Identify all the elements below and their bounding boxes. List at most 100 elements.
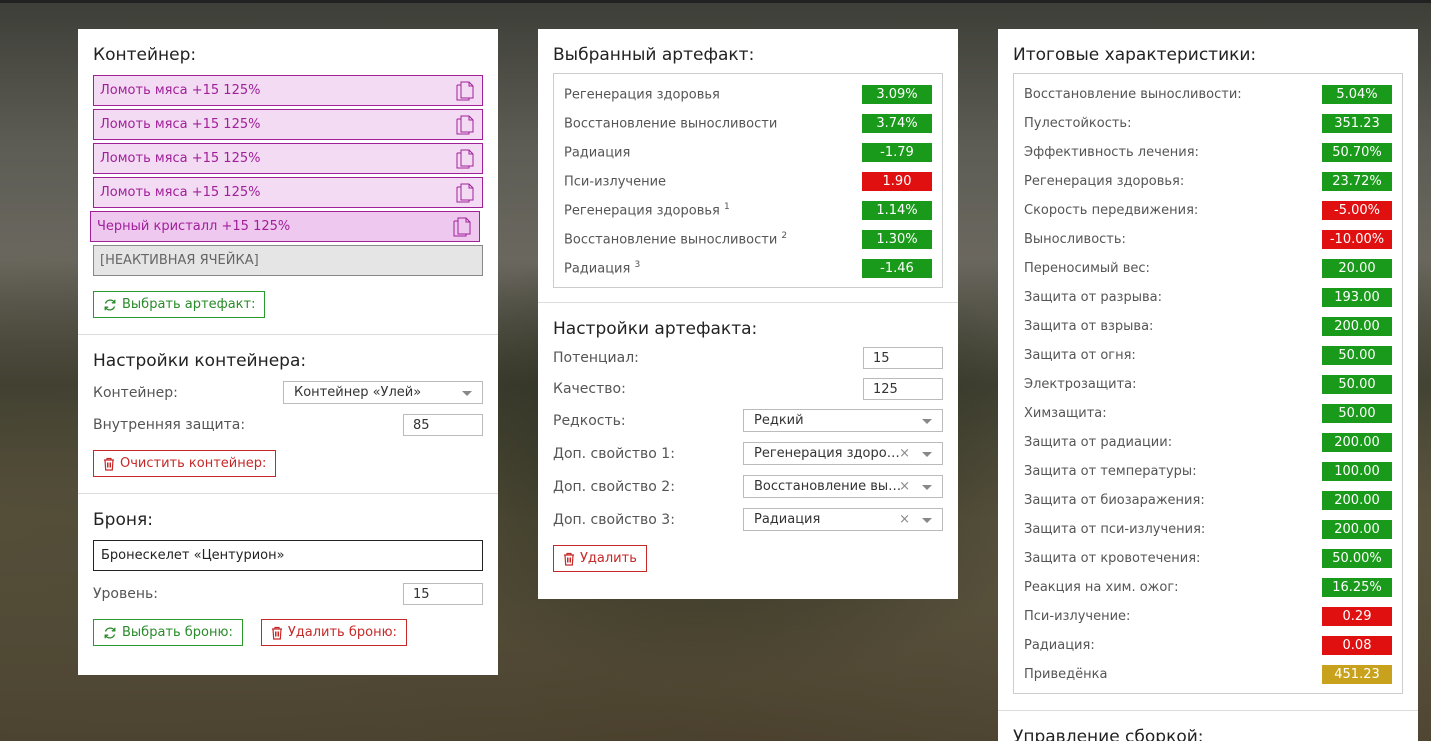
clear-icon[interactable]: × <box>899 479 910 494</box>
rarity-select[interactable]: Редкий <box>743 409 943 432</box>
stat-name: Пси-излучение: <box>1024 609 1131 624</box>
stat-value: -5.00% <box>1322 201 1392 220</box>
total-stat-row: Защита от радиации: 200.00 <box>1024 428 1392 457</box>
total-stat-row: Регенерация здоровья: 23.72% <box>1024 167 1392 196</box>
container-type-select[interactable]: Контейнер «Улей» <box>283 381 483 404</box>
select-armor-button[interactable]: Выбрать броню: <box>93 619 243 646</box>
internal-protection-value: 85 <box>413 417 430 433</box>
stat-name: Защита от разрыва: <box>1024 290 1162 305</box>
prop1-label: Доп. свойство 1: <box>553 445 675 462</box>
total-stat-row: Приведёнка 451.23 <box>1024 660 1392 689</box>
stat-name: Восстановление выносливости 2 <box>564 231 788 248</box>
delete-artifact-button[interactable]: Удалить <box>553 545 647 572</box>
armor-section: Броня: Бронескелет «Центурион» Уровень: … <box>78 493 498 646</box>
container-slot[interactable]: Ломоть мяса +15 125% <box>93 109 483 140</box>
chevron-down-icon <box>922 419 932 424</box>
container-slots: Ломоть мяса +15 125% Ломоть мяса +15 125%… <box>90 75 483 242</box>
stat-value: 16.25% <box>1322 578 1392 597</box>
prop1-select[interactable]: Регенерация здоровья × <box>743 442 943 465</box>
total-stat-row: Реакция на хим. ожог: 16.25% <box>1024 573 1392 602</box>
delete-artifact-label: Удалить <box>580 551 637 566</box>
totals-title: Итоговые характеристики: <box>1013 45 1257 65</box>
artifact-stat-row: Восстановление выносливости 3.74% <box>564 109 932 138</box>
container-slot[interactable]: Ломоть мяса +15 125% <box>93 75 483 106</box>
container-type-value: Контейнер «Улей» <box>294 385 422 400</box>
container-slot[interactable]: Ломоть мяса +15 125% <box>93 177 483 208</box>
stat-footnote: 1 <box>723 202 730 213</box>
stat-name: Скорость передвижения: <box>1024 203 1199 218</box>
prop3-select[interactable]: Радиация × <box>743 508 943 531</box>
stat-name: Защита от радиации: <box>1024 435 1173 450</box>
container-panel: Контейнер: Ломоть мяса +15 125% Ломоть мя… <box>78 29 498 675</box>
prop3-label: Доп. свойство 3: <box>553 511 675 528</box>
total-stat-row: Пулестойкость: 351.23 <box>1024 109 1392 138</box>
document-icon[interactable] <box>456 115 474 135</box>
quality-input[interactable]: 125 <box>863 378 943 400</box>
chevron-down-icon <box>462 391 472 396</box>
potential-value: 15 <box>873 350 890 366</box>
document-icon[interactable] <box>456 183 474 203</box>
rarity-label: Редкость: <box>553 412 626 429</box>
potential-label: Потенциал: <box>553 350 639 366</box>
build-management-title: Управление сборкой: <box>1013 727 1204 741</box>
artifact-stat-row: Радиация -1.79 <box>564 138 932 167</box>
clear-icon[interactable]: × <box>899 446 910 461</box>
stat-name: Электрозащита: <box>1024 377 1137 392</box>
armor-level-label: Уровень: <box>93 586 158 602</box>
stat-name: Восстановление выносливости <box>564 116 778 132</box>
clear-container-button[interactable]: Очистить контейнер: <box>93 450 277 477</box>
container-slot[interactable]: Черный кристалл +15 125% <box>90 211 480 242</box>
inactive-slot-label: [НЕАКТИВНАЯ ЯЧЕЙКА] <box>100 253 259 268</box>
refresh-icon <box>104 626 116 639</box>
document-icon[interactable] <box>453 217 471 237</box>
stat-value: 50.00 <box>1322 404 1392 423</box>
top-bar <box>0 0 1431 3</box>
potential-input[interactable]: 15 <box>863 347 943 369</box>
stat-name: Радиация: <box>1024 638 1095 653</box>
stat-name: Химзащита: <box>1024 406 1107 421</box>
stat-name: Защита от пси-излучения: <box>1024 522 1206 537</box>
total-stat-row: Эффективность лечения: 50.70% <box>1024 138 1392 167</box>
stat-value: 200.00 <box>1322 433 1392 452</box>
armor-title: Броня: <box>93 510 153 530</box>
document-icon[interactable] <box>456 149 474 169</box>
slot-label: Ломоть мяса +15 125% <box>100 117 261 132</box>
container-settings-section: Настройки контейнера: Контейнер: Контейн… <box>78 334 498 493</box>
stat-name: Защита от биозаражения: <box>1024 493 1205 508</box>
stat-value: 0.29 <box>1322 607 1392 626</box>
select-artifact-button[interactable]: Выбрать артефакт: <box>93 291 266 318</box>
stat-name: Пулестойкость: <box>1024 116 1132 131</box>
trash-icon <box>564 552 574 566</box>
clear-icon[interactable]: × <box>899 512 910 527</box>
armor-name-field[interactable]: Бронескелет «Центурион» <box>93 540 483 571</box>
totals-section: Итоговые характеристики: Восстановление … <box>998 29 1418 710</box>
stat-name: Регенерация здоровья <box>564 87 720 103</box>
total-stat-row: Защита от огня: 50.00 <box>1024 341 1392 370</box>
container-slot[interactable]: Ломоть мяса +15 125% <box>93 143 483 174</box>
internal-protection-input[interactable]: 85 <box>403 414 483 436</box>
stat-name: Выносливость: <box>1024 232 1126 247</box>
stat-value: -1.46 <box>862 259 932 278</box>
prop2-label: Доп. свойство 2: <box>553 478 675 495</box>
delete-armor-button[interactable]: Удалить броню: <box>260 619 407 646</box>
stat-value: 1.14% <box>862 201 932 220</box>
select-armor-label: Выбрать броню: <box>122 625 233 640</box>
document-icon[interactable] <box>456 81 474 101</box>
stat-value: 50.00% <box>1322 549 1392 568</box>
select-artifact-label: Выбрать артефакт: <box>122 297 256 312</box>
stat-value: 200.00 <box>1322 317 1392 336</box>
artifact-stat-row: Регенерация здоровья 3.09% <box>564 80 932 109</box>
artifact-panel: Выбранный артефакт: Регенерация здоровья… <box>538 29 958 599</box>
prop2-select[interactable]: Восстановление выносливости × <box>743 475 943 498</box>
stat-footnote: 3 <box>634 260 641 271</box>
selected-artifact-section: Выбранный артефакт: Регенерация здоровья… <box>538 29 958 302</box>
artifact-settings-title: Настройки артефакта: <box>553 319 758 339</box>
total-stat-row: Восстановление выносливости: 5.04% <box>1024 80 1392 109</box>
selected-artifact-title: Выбранный артефакт: <box>553 45 755 65</box>
stat-value: -1.79 <box>862 143 932 162</box>
stat-value: 3.09% <box>862 85 932 104</box>
stat-name: Пси-излучение <box>564 174 667 190</box>
container-type-label: Контейнер: <box>93 384 178 401</box>
stat-value: 23.72% <box>1322 172 1392 191</box>
armor-level-input[interactable]: 15 <box>403 583 483 605</box>
